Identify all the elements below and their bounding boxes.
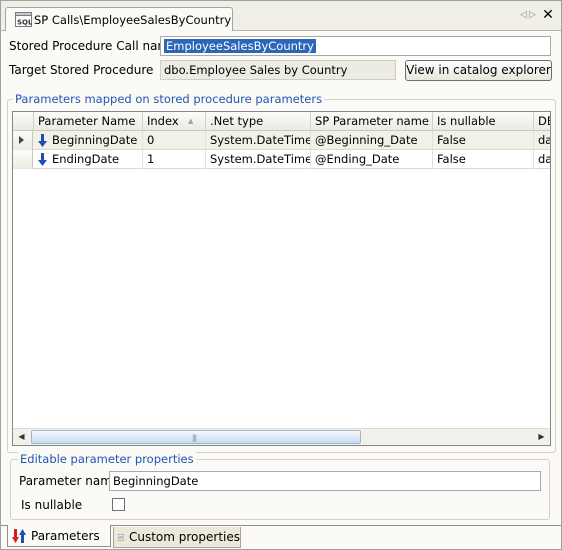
parameter-name-input[interactable]: BeginningDate	[109, 471, 541, 491]
cell-sp-parameter-name[interactable]: @Beginning_Date	[311, 131, 433, 150]
cell-index[interactable]: 0	[143, 131, 206, 150]
target-procedure-field: dbo.Employee Sales by Country	[160, 60, 396, 80]
is-nullable-checkbox[interactable]	[112, 498, 125, 511]
column-header-is-nullable[interactable]: Is nullable	[433, 112, 534, 131]
tab-parameters[interactable]: Parameters	[7, 525, 111, 547]
grid-header: Parameter Name Index ▲ .Net type SP Para…	[13, 112, 550, 131]
close-icon[interactable]: ✕	[541, 8, 555, 22]
cell-parameter-name[interactable]: EndingDate	[34, 150, 143, 169]
call-name-label: Stored Procedure Call name	[9, 39, 177, 53]
cell-parameter-name[interactable]: BeginningDate	[34, 131, 143, 150]
cell-sp-parameter-name[interactable]: @Ending_Date	[311, 150, 433, 169]
tab-parameters-label: Parameters	[31, 528, 100, 543]
procedure-call-editor-window: SQL SP Calls\EmployeeSalesByCountry ◁ ▷ …	[0, 0, 562, 550]
column-header-parameter-name[interactable]: Parameter Name	[34, 112, 143, 131]
parameters-group-title: Parameters mapped on stored procedure pa…	[13, 92, 325, 106]
column-header-index[interactable]: Index ▲	[143, 112, 206, 131]
target-procedure-label: Target Stored Procedure	[9, 63, 154, 77]
column-header-index-label: Index	[147, 114, 179, 128]
parameters-grid: Parameter Name Index ▲ .Net type SP Para…	[12, 111, 551, 446]
row-header[interactable]	[13, 150, 33, 169]
document-tab-strip: SQL SP Calls\EmployeeSalesByCountry ◁ ▷ …	[1, 1, 561, 31]
input-direction-arrow-icon	[38, 134, 47, 147]
scrollbar-thumb[interactable]: |||	[31, 430, 361, 444]
custom-properties-tab-icon	[118, 534, 124, 540]
horizontal-scrollbar[interactable]: ◀ ||| ▶	[13, 428, 550, 445]
input-direction-arrow-icon	[38, 153, 47, 166]
scroll-left-icon[interactable]: ◀	[13, 429, 30, 445]
scroll-tabs-left-icon[interactable]: ◁	[520, 10, 527, 20]
column-header-db[interactable]: DB	[534, 112, 550, 131]
sort-ascending-icon: ▲	[188, 117, 194, 125]
cell-db-type[interactable]: dat	[534, 150, 550, 169]
column-header-net-type[interactable]: .Net type	[206, 112, 311, 131]
cell-net-type[interactable]: System.DateTime	[206, 131, 311, 150]
cell-net-type[interactable]: System.DateTime	[206, 150, 311, 169]
tab-custom-properties[interactable]: Custom properties	[113, 527, 241, 548]
parameter-name-text: EndingDate	[52, 152, 120, 166]
bottom-tab-strip: Parameters Custom properties	[1, 525, 561, 549]
sql-file-icon: SQL	[15, 12, 32, 27]
cell-is-nullable[interactable]: False	[433, 131, 534, 150]
call-name-input[interactable]: EmployeeSalesByCountry	[160, 36, 551, 56]
table-row[interactable]: EndingDate 1 System.DateTime @Ending_Dat…	[13, 150, 550, 169]
cell-index[interactable]: 1	[143, 150, 206, 169]
scrollbar-grip-icon: |||	[192, 434, 197, 442]
document-tab-title: SP Calls\EmployeeSalesByCountry	[34, 12, 232, 27]
row-header[interactable]	[13, 131, 33, 150]
editable-properties-title: Editable parameter properties	[18, 452, 196, 466]
scroll-tabs-right-icon[interactable]: ▷	[529, 10, 536, 20]
parameter-name-text: BeginningDate	[52, 133, 138, 147]
svg-text:SQL: SQL	[17, 19, 32, 27]
parameters-tab-icon	[12, 528, 26, 543]
column-header-sp-parameter-name[interactable]: SP Parameter name	[311, 112, 433, 131]
call-name-value: EmployeeSalesByCountry	[164, 39, 316, 53]
cell-is-nullable[interactable]: False	[433, 150, 534, 169]
current-row-indicator-icon	[19, 136, 24, 144]
target-procedure-value: dbo.Employee Sales by Country	[164, 63, 348, 77]
tab-custom-properties-label: Custom properties	[128, 530, 240, 544]
scroll-right-icon[interactable]: ▶	[533, 429, 550, 445]
is-nullable-label: Is nullable	[21, 498, 83, 512]
header-corner	[13, 112, 34, 131]
document-tab[interactable]: SQL SP Calls\EmployeeSalesByCountry	[5, 7, 233, 31]
table-row[interactable]: BeginningDate 0 System.DateTime @Beginni…	[13, 131, 550, 150]
cell-db-type[interactable]: dat	[534, 131, 550, 150]
parameter-name-label: Parameter name	[19, 474, 120, 488]
parameter-name-input-value: BeginningDate	[113, 474, 199, 488]
view-in-catalog-button[interactable]: View in catalog explorer	[405, 60, 552, 81]
